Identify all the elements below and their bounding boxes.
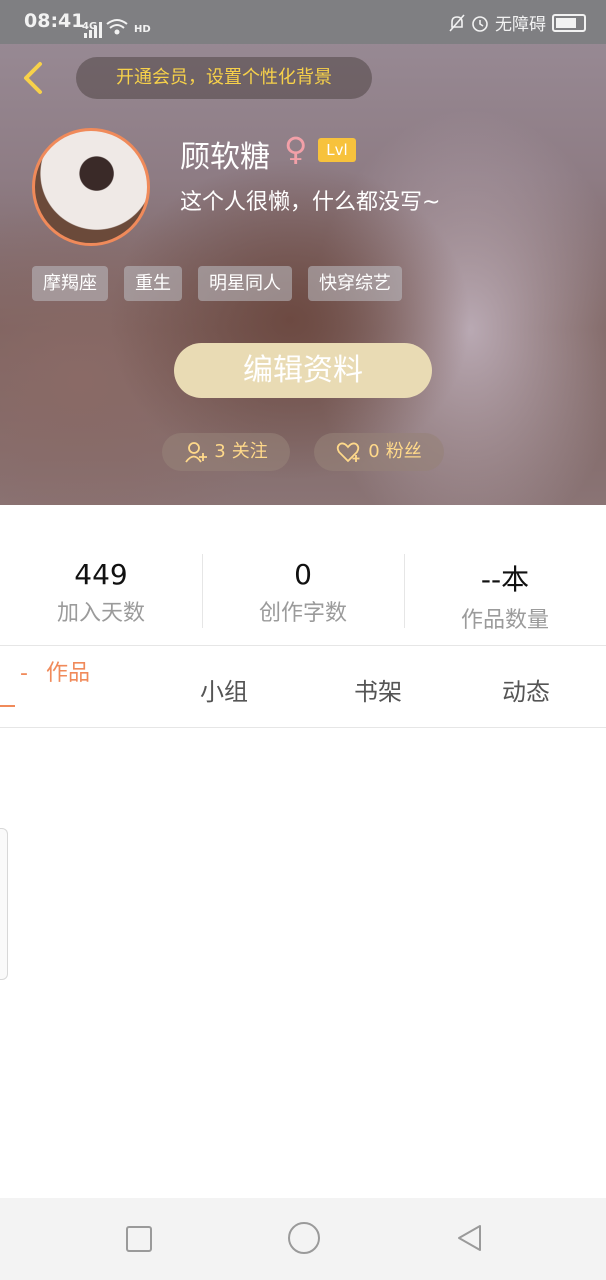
edge-drawer-handle[interactable] xyxy=(0,828,8,980)
status-right: 无障碍 xyxy=(449,10,586,35)
tag-list: 摩羯座 重生 明星同人 快穿综艺 xyxy=(32,266,402,301)
alarm-icon xyxy=(472,15,488,32)
stat-value: 0 xyxy=(294,558,312,591)
divider xyxy=(0,727,606,728)
stat-join-days: 449 加入天数 xyxy=(0,552,202,630)
back-arrow-icon xyxy=(24,62,42,94)
stats-row: 449 加入天数 0 创作字数 --本 作品数量 xyxy=(0,552,606,633)
fans-button[interactable]: 0 粉丝 xyxy=(314,433,444,471)
tag-item[interactable]: 重生 xyxy=(124,266,182,301)
signal-icon xyxy=(84,22,102,38)
stat-label: 加入天数 xyxy=(56,601,145,626)
battery-icon xyxy=(552,13,586,32)
tab-bookshelf[interactable]: 书架 xyxy=(354,672,402,707)
level-badge: Lvl xyxy=(318,138,356,162)
following-button[interactable]: 3 关注 xyxy=(162,433,290,471)
fans-count: 0 xyxy=(368,441,380,462)
tab-works-label: 作品 xyxy=(45,661,90,686)
heart-plus-icon xyxy=(337,442,360,463)
following-label: 关注 xyxy=(231,441,268,462)
stat-value: --本 xyxy=(480,563,530,596)
system-nav-bar xyxy=(0,1198,606,1280)
accessibility-label: 无障碍 xyxy=(495,15,546,35)
tag-item[interactable]: 快穿综艺 xyxy=(308,266,402,301)
wifi-icon xyxy=(106,19,128,35)
stat-word-count: 0 创作字数 xyxy=(202,552,404,630)
hd-indicator: HD xyxy=(134,24,151,35)
home-button[interactable] xyxy=(288,1222,320,1254)
tab-groups[interactable]: 小组 xyxy=(200,672,248,707)
username: 顾软糖 xyxy=(180,140,270,175)
stat-label: 作品数量 xyxy=(460,608,549,633)
vip-background-button[interactable]: 开通会员，设置个性化背景 xyxy=(76,57,372,99)
tag-item[interactable]: 摩羯座 xyxy=(32,266,108,301)
female-icon: ♀ xyxy=(284,130,308,168)
divider xyxy=(0,645,606,646)
stat-value: 449 xyxy=(74,558,128,591)
tab-activity[interactable]: 动态 xyxy=(502,672,550,707)
status-time: 08:41 xyxy=(24,10,85,32)
profile-header: 08:41 4G HD 无障碍 开通会员，设置个性化背景 顾软糖 ♀ Lvl 这… xyxy=(0,0,606,505)
tab-dash: - xyxy=(20,661,28,686)
mute-bell-icon xyxy=(449,13,465,32)
recents-button[interactable] xyxy=(126,1226,152,1252)
edit-profile-button[interactable]: 编辑资料 xyxy=(174,343,432,398)
status-bar: 08:41 4G HD 无障碍 xyxy=(0,0,606,44)
tab-indicator xyxy=(0,705,15,707)
stat-label: 创作字数 xyxy=(258,601,347,626)
fans-label: 粉丝 xyxy=(385,441,422,462)
bio: 这个人很懒，什么都没写~ xyxy=(180,190,441,215)
following-count: 3 xyxy=(214,441,226,462)
back-triangle-icon[interactable] xyxy=(456,1224,482,1252)
add-user-icon xyxy=(185,442,208,463)
back-button[interactable] xyxy=(14,58,54,98)
tag-item[interactable]: 明星同人 xyxy=(198,266,292,301)
stat-works-count: --本 作品数量 xyxy=(404,552,606,633)
avatar[interactable] xyxy=(32,128,150,246)
tab-works[interactable]: - 作品 xyxy=(20,655,90,687)
